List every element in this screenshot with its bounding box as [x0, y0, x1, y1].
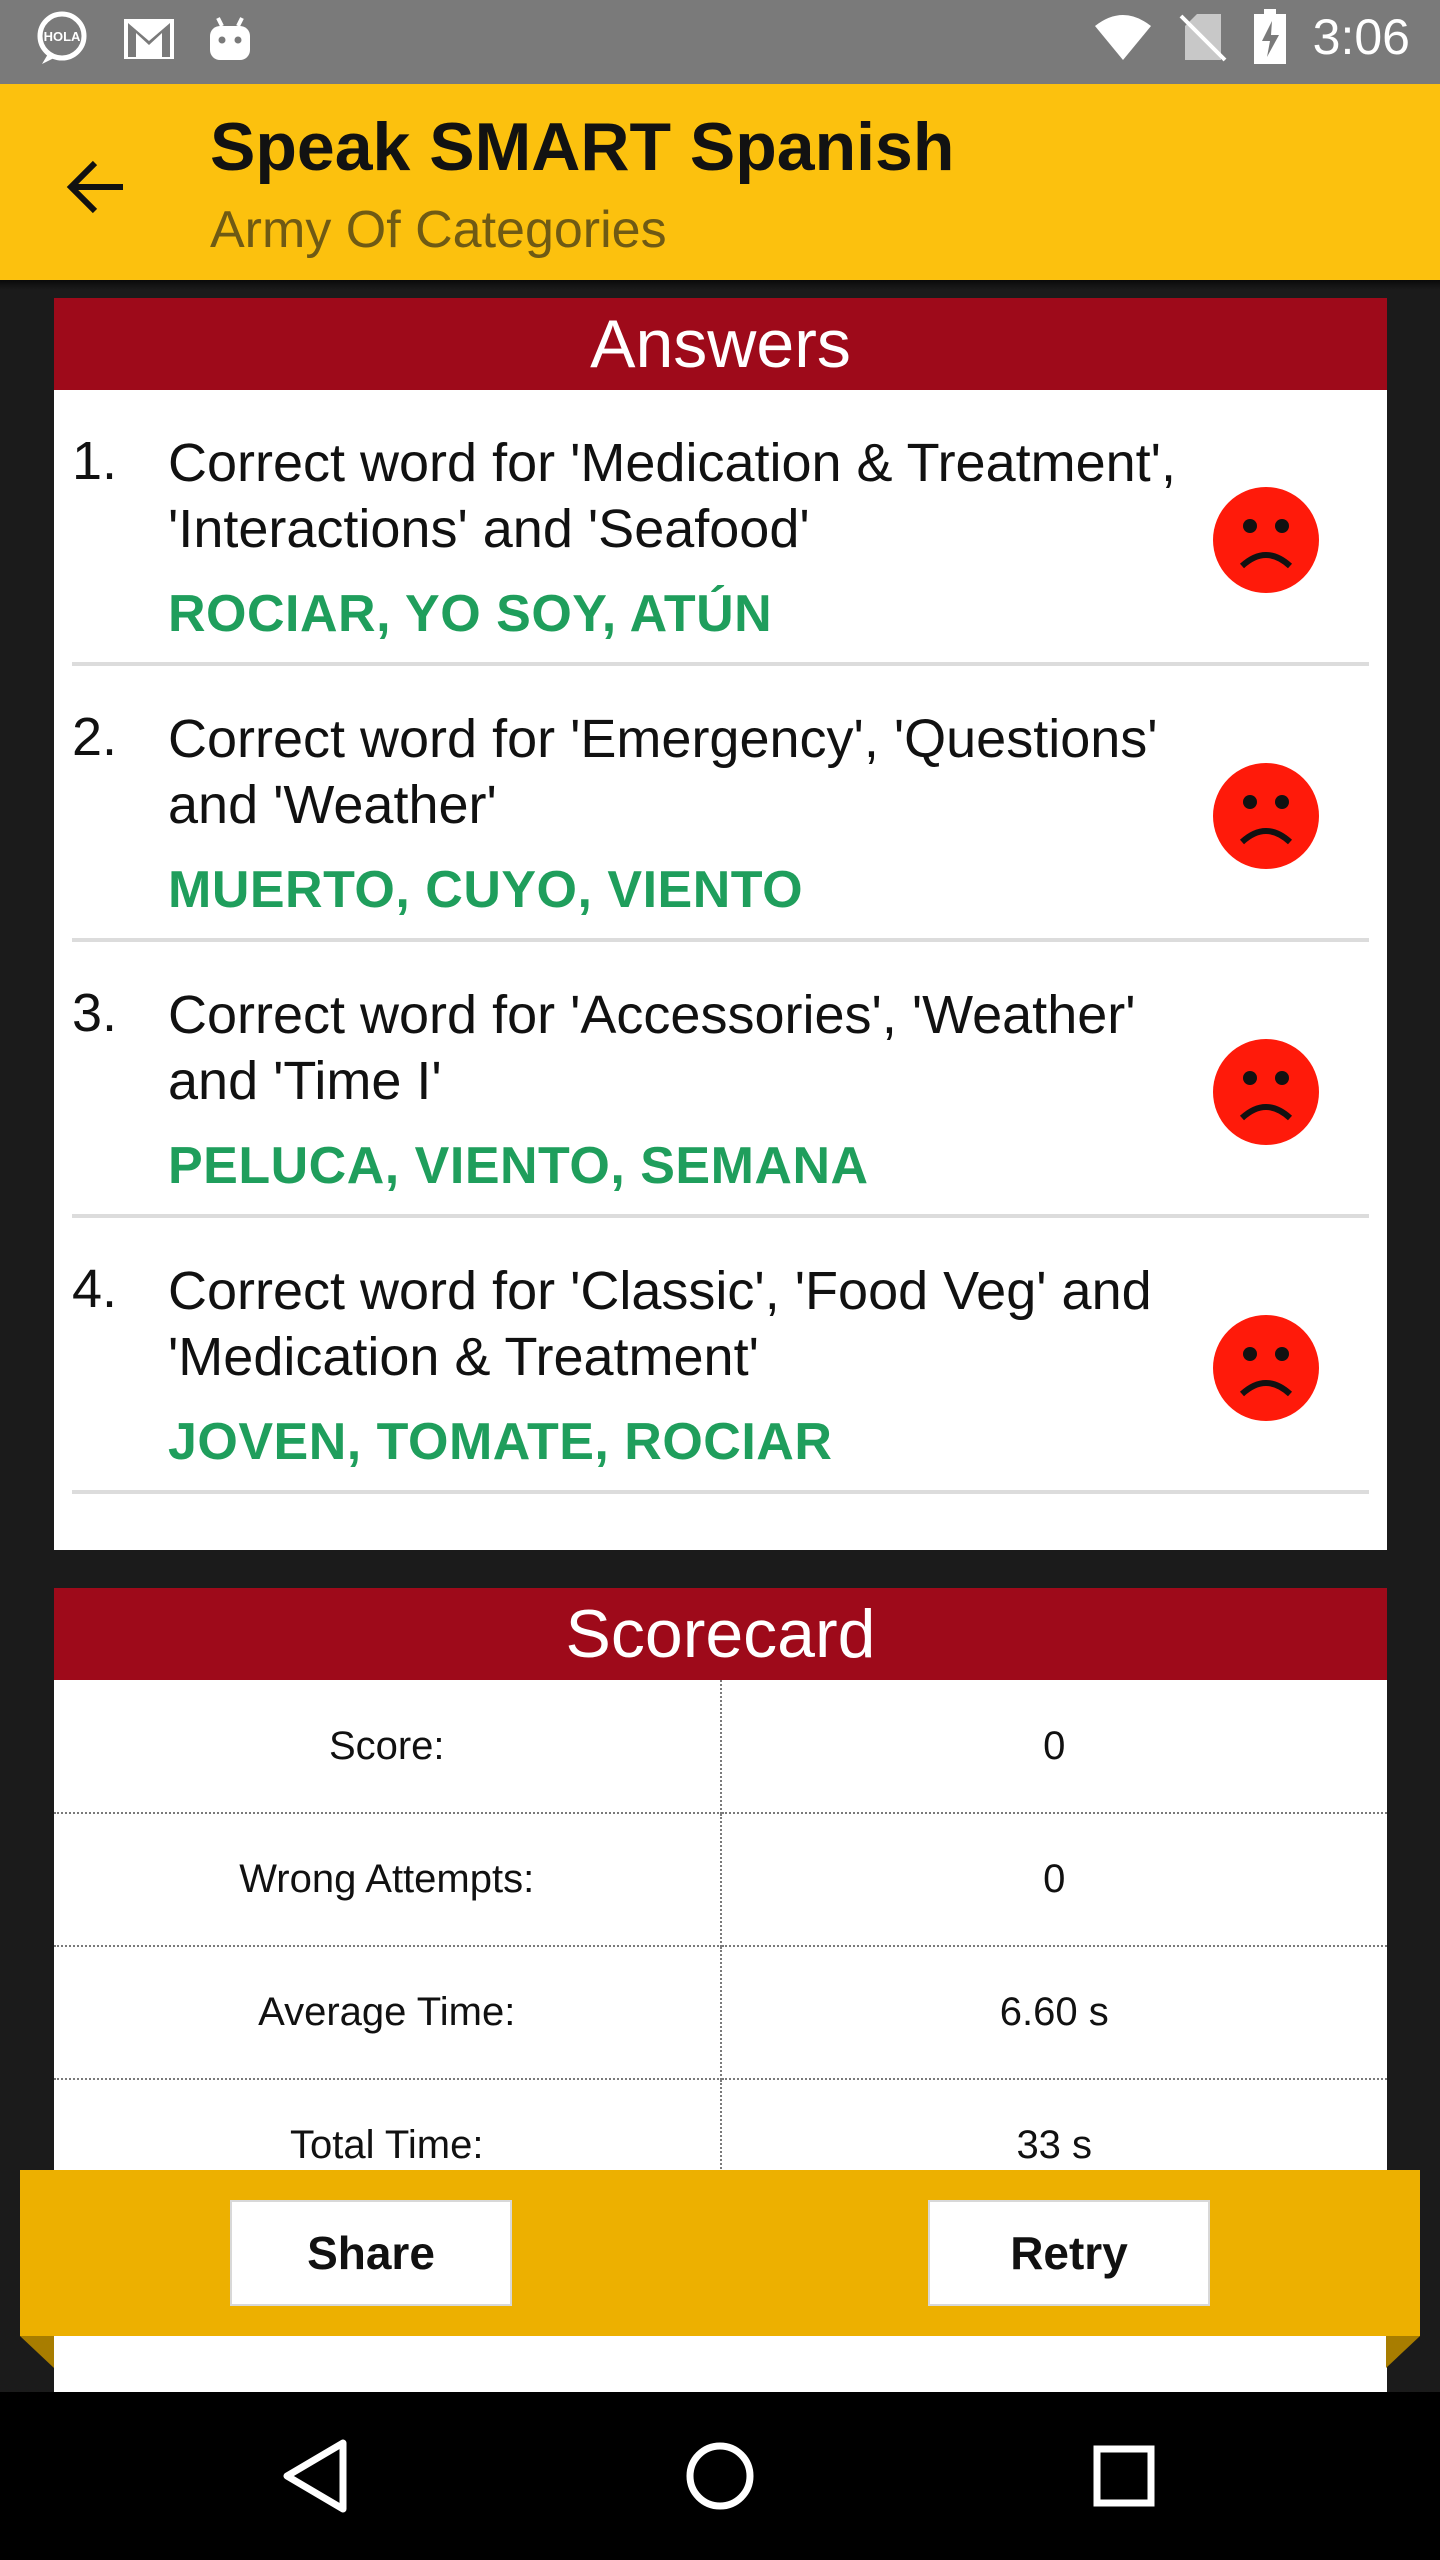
battery-charging-icon — [1253, 9, 1287, 65]
no-sim-icon — [1179, 12, 1227, 62]
ribbon-fold-left — [20, 2336, 54, 2368]
answer-number: 2. — [72, 707, 118, 767]
answer-item: 3. Correct word for 'Accessories', 'Weat… — [72, 942, 1369, 1218]
answer-question: Correct word for 'Emergency', 'Questions… — [168, 709, 1158, 835]
nav-home-button[interactable] — [670, 2426, 770, 2526]
answer-number: 4. — [72, 1259, 118, 1319]
app-screen: HOLA 3:06 Speak SMART Spanish Army Of Ca… — [0, 0, 1440, 2560]
wrong-attempts-label: Wrong Attempts: — [54, 1813, 722, 1947]
app-subtitle: Army Of Categories — [210, 201, 667, 259]
nav-back-icon — [283, 2439, 347, 2513]
share-button[interactable]: Share — [230, 2200, 512, 2306]
answer-question: Correct word for 'Classic', 'Food Veg' a… — [168, 1261, 1152, 1387]
answer-correct-words: ROCIAR, YO SOY, ATÚN — [168, 585, 773, 643]
arrow-back-icon — [66, 160, 123, 214]
answer-question: Correct word for 'Medication & Treatment… — [168, 433, 1176, 559]
answer-number: 3. — [72, 983, 118, 1043]
answer-correct-words: JOVEN, TOMATE, ROCIAR — [168, 1413, 833, 1471]
answer-item: 4. Correct word for 'Classic', 'Food Veg… — [72, 1218, 1369, 1494]
answer-correct-words: PELUCA, VIENTO, SEMANA — [168, 1137, 869, 1195]
score-value: 0 — [720, 1680, 1387, 1814]
score-label: Score: — [54, 1680, 722, 1814]
nav-recents-icon — [1093, 2445, 1155, 2507]
scorecard-header: Scorecard — [54, 1588, 1387, 1680]
answer-item: 1. Correct word for 'Medication & Treatm… — [72, 390, 1369, 666]
svg-text:HOLA: HOLA — [44, 29, 81, 44]
app-bar: Speak SMART Spanish Army Of Categories — [0, 84, 1440, 280]
score-row: Score: 0 — [54, 1680, 1387, 1814]
sad-face-icon — [1213, 1315, 1319, 1421]
hola-icon: HOLA — [34, 10, 92, 68]
answer-item: 2. Correct word for 'Emergency', 'Questi… — [72, 666, 1369, 942]
wrong-attempts-row: Wrong Attempts: 0 — [54, 1813, 1387, 1947]
action-bar: Share Retry — [20, 2170, 1420, 2336]
system-nav-bar — [0, 2392, 1440, 2560]
answers-header: Answers — [54, 298, 1387, 390]
status-bar: HOLA 3:06 — [0, 0, 1440, 84]
status-time: 3:06 — [1312, 9, 1410, 65]
nav-home-icon — [686, 2442, 754, 2510]
average-time-row: Average Time: 6.60 s — [54, 1946, 1387, 2080]
retry-button[interactable]: Retry — [928, 2200, 1210, 2306]
scorecard-table: Score: 0 Wrong Attempts: 0 Average Time:… — [54, 1680, 1387, 2213]
average-time-value: 6.60 s — [720, 1946, 1387, 2080]
average-time-label: Average Time: — [54, 1946, 722, 2080]
sad-face-icon — [1213, 763, 1319, 869]
android-icon — [206, 14, 254, 64]
answer-number: 1. — [72, 431, 118, 491]
app-title: Speak SMART Spanish — [210, 109, 955, 185]
wifi-icon — [1093, 12, 1153, 62]
gmail-icon — [122, 17, 176, 61]
nav-recents-button[interactable] — [1074, 2426, 1174, 2526]
wrong-attempts-value: 0 — [720, 1813, 1387, 1947]
app-bar-shadow — [0, 280, 1440, 290]
answer-question: Correct word for 'Accessories', 'Weather… — [168, 985, 1136, 1111]
back-button[interactable] — [52, 142, 142, 232]
sad-face-icon — [1213, 487, 1319, 593]
answer-correct-words: MUERTO, CUYO, VIENTO — [168, 861, 804, 919]
nav-back-button[interactable] — [266, 2426, 366, 2526]
sad-face-icon — [1213, 1039, 1319, 1145]
ribbon-fold-right — [1386, 2336, 1420, 2368]
answers-card: Answers 1. Correct word for 'Medication … — [54, 298, 1387, 1550]
